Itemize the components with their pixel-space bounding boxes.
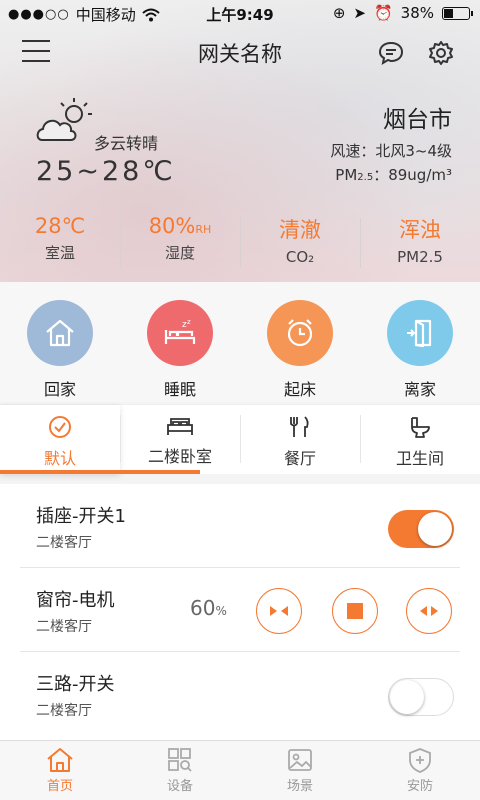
home-icon [27,300,93,366]
weather-description: 多云转晴 [94,134,159,153]
device-row: 插座-开关1 二楼客厅 [0,484,480,568]
device-grid-icon [168,748,192,772]
scene-wake-up[interactable]: 起床 [240,282,360,402]
environment-stats: 28℃ 室温 80%RH 湿度 清澈 CO₂ 浑浊 PM2.5 [0,214,480,270]
location-icon: ➤ [353,4,366,22]
tab-dining[interactable]: 餐厅 [240,405,360,474]
nav-home[interactable]: 首页 [0,741,120,800]
fork-knife-icon [290,416,309,437]
tab-bedroom[interactable]: 二楼卧室 [120,405,240,474]
door-exit-icon [387,300,453,366]
check-circle-icon [49,416,71,438]
nav-bar: 网关名称 [0,30,480,76]
scene-shortcuts: 回家 zz 睡眠 起床 离家 [0,282,480,402]
partly-cloudy-icon [36,98,92,141]
scene-sleep[interactable]: zz 睡眠 [120,282,240,402]
shield-icon [409,748,431,773]
curtain-open-button[interactable] [406,588,452,634]
device-row: 窗帘-电机 二楼客厅 60% [0,568,480,652]
scene-home[interactable]: 回家 [0,282,120,402]
switch-toggle[interactable] [388,510,454,548]
scene-leave-home[interactable]: 离家 [360,282,480,402]
message-icon[interactable] [378,40,404,66]
switch-toggle[interactable] [388,678,454,716]
device-row: 三路-开关 二楼客厅 [0,652,480,736]
nav-scenes[interactable]: 场景 [240,741,360,800]
open-outward-icon [420,606,438,616]
stat-humidity: 80%RH 湿度 [120,214,240,270]
nav-devices[interactable]: 设备 [120,741,240,800]
rotation-lock-icon: ⊕ [332,4,346,22]
nav-security[interactable]: 安防 [360,741,480,800]
close-inward-icon [270,606,288,616]
stop-icon [347,603,363,619]
stat-pm25: 浑浊 PM2.5 [360,214,480,270]
city-name: 烟台市 [383,107,452,133]
battery-percent: 38% [400,4,434,22]
alarm-icon: ⏰ [373,4,393,22]
stat-co2: 清澈 CO₂ [240,214,360,270]
bed-icon: zz [147,300,213,366]
gear-icon[interactable] [428,40,454,66]
status-bar: ●●●○○ 中国移动 上午9:49 ⊕ ➤ ⏰ 38% [0,0,480,26]
tab-indicator [0,470,200,474]
tab-bathroom[interactable]: 卫生间 [360,405,480,474]
page-title: 网关名称 [198,42,282,66]
tab-default[interactable]: 默认 [0,405,120,474]
room-tabs: 默认 二楼卧室 餐厅 卫生间 [0,404,480,474]
curtain-stop-button[interactable] [332,588,378,634]
device-list: 插座-开关1 二楼客厅 窗帘-电机 二楼客厅 60% 三路-开关 二楼客厅 [0,484,480,740]
bottom-nav: 首页 设备 场景 安防 [0,740,480,800]
temperature-range: 25~28℃ [36,156,176,187]
battery-icon [442,6,473,20]
pm25-info: PM2.5：89ug/m³ [335,166,452,184]
svg-text:z: z [187,318,191,326]
picture-icon [288,749,312,771]
wind-info: 风速：北风3~4级 [330,142,452,160]
bed-icon [167,418,193,435]
toilet-icon [411,417,430,438]
alarm-clock-icon [267,300,333,366]
curtain-percent: 60% [190,596,227,620]
stat-room-temp: 28℃ 室温 [34,214,86,262]
home-icon [47,748,73,772]
curtain-close-button[interactable] [256,588,302,634]
